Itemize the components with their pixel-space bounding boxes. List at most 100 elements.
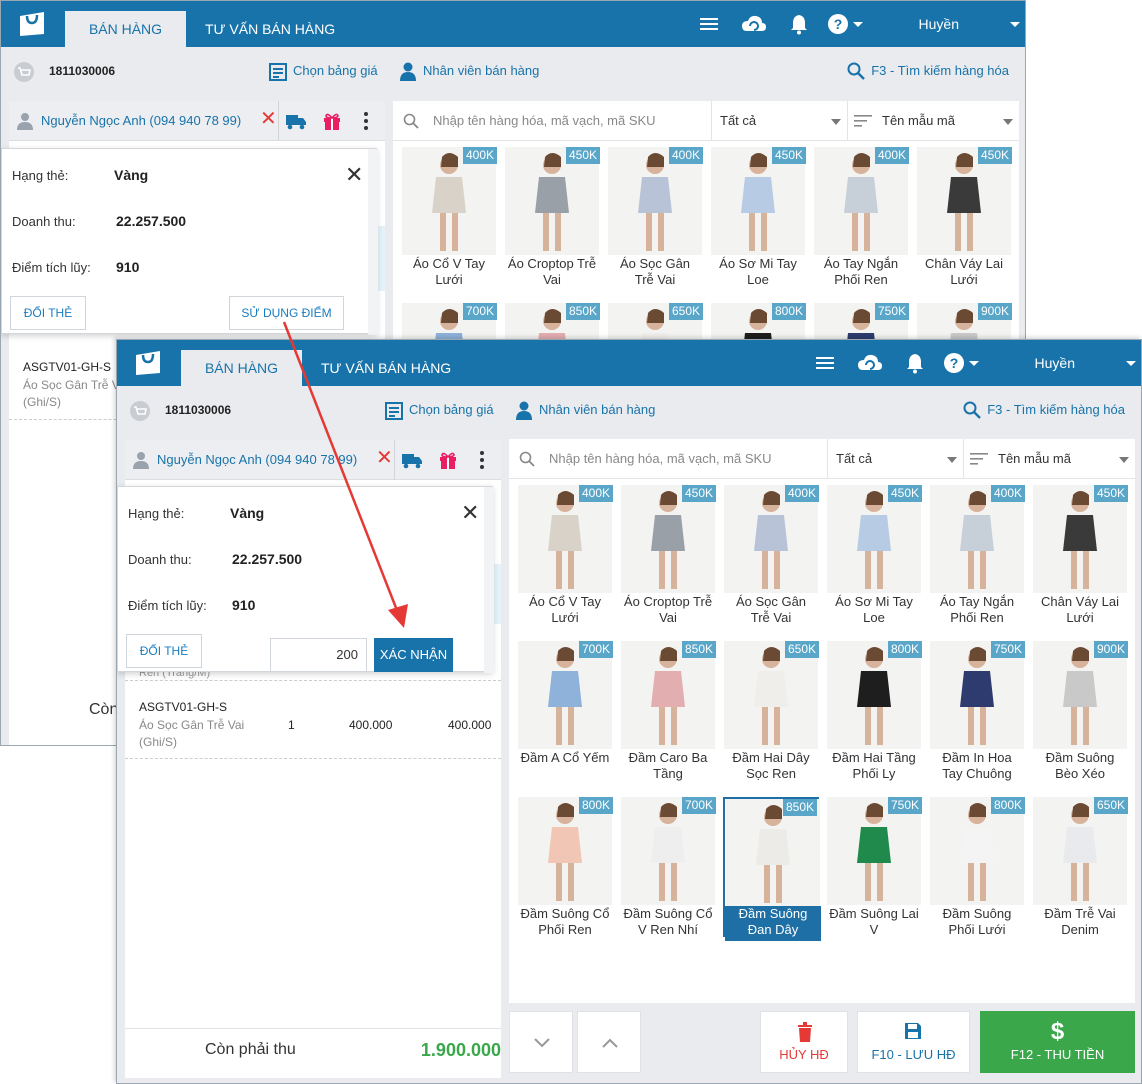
product-search-input[interactable]: Nhập tên hàng hóa, mã vạch, mã SKU	[549, 451, 772, 466]
product-card[interactable]: 800K Đầm Suông Phối Lưới	[929, 797, 1025, 937]
more-options-icon[interactable]	[363, 111, 369, 131]
product-card[interactable]: 700K Đầm A Cổ Yếm	[517, 641, 613, 781]
customer-name[interactable]: Nguyễn Ngọc Anh (094 940 78 99)	[41, 113, 241, 128]
close-icon[interactable]: ✕	[345, 164, 363, 186]
search-products-link[interactable]: F3 - Tìm kiếm hàng hóa	[987, 402, 1125, 417]
cart-item-qty[interactable]: 1	[288, 718, 295, 732]
staff-icon[interactable]	[515, 400, 533, 420]
save-order-button[interactable]: F10 - LƯU HĐ	[857, 1011, 970, 1073]
customer-name[interactable]: Nguyễn Ngọc Anh (094 940 78 99)	[157, 452, 357, 467]
product-card[interactable]: 400K Áo Sọc Gân Trễ Vai	[607, 147, 703, 287]
search-icon[interactable]	[963, 401, 981, 419]
product-name-line1: Đầm Suông	[942, 906, 1012, 921]
scroll-up-button[interactable]	[577, 1011, 641, 1073]
search-icon[interactable]	[847, 62, 865, 80]
price-list-icon[interactable]	[385, 402, 403, 420]
product-name-line1: Áo Tay Ngắn	[939, 594, 1015, 609]
total-row: Còn phải thu 1.900.000	[125, 1028, 501, 1078]
product-card[interactable]: 400K Áo Sọc Gân Trễ Vai	[723, 485, 819, 625]
product-card[interactable]: 650K Đầm Trễ Vai Denim	[1032, 797, 1128, 937]
sort-select[interactable]: Tên mẫu mã	[847, 101, 1019, 141]
gift-icon[interactable]	[322, 111, 342, 131]
cloud-sync-icon[interactable]	[741, 12, 767, 36]
scroll-down-button[interactable]	[509, 1011, 573, 1073]
remove-customer-icon[interactable]: ✕	[376, 448, 393, 468]
use-points-button[interactable]: SỬ DỤNG ĐIỂM	[229, 296, 344, 330]
more-options-icon[interactable]	[479, 450, 485, 470]
product-card[interactable]: 850K Đầm Caro BaTầng	[620, 641, 716, 781]
change-card-button[interactable]: ĐỔI THẺ	[126, 634, 202, 668]
order-number: 1811030006	[165, 403, 232, 417]
cart-item-name-line2: (Ghi/S)	[139, 735, 178, 749]
product-card[interactable]: 750K Đầm In HoaTay Chuông	[929, 641, 1025, 781]
category-select[interactable]: Tất cả	[711, 101, 847, 141]
product-name-line1: Áo Cổ V Tay	[412, 256, 486, 271]
product-card[interactable]: 400K Áo Cổ V Tay Lưới	[517, 485, 613, 625]
price-list-icon[interactable]	[269, 63, 287, 81]
checkout-button[interactable]: $ F12 - THU TIỀN	[980, 1011, 1135, 1073]
cancel-order-label: HỦY HĐ	[779, 1047, 829, 1062]
gift-icon[interactable]	[438, 450, 458, 470]
product-card[interactable]: 400K Áo Tay Ngắn Phối Ren	[929, 485, 1025, 625]
menu-icon[interactable]	[813, 351, 837, 375]
chevron-down-icon	[1003, 119, 1013, 125]
scrollbar[interactable]	[484, 487, 494, 673]
search-icon	[519, 451, 535, 467]
product-card[interactable]: 450K Áo Sơ Mi Tay Loe	[710, 147, 806, 287]
bell-icon[interactable]	[787, 12, 811, 36]
scrollbar[interactable]	[368, 149, 378, 335]
help-caret-icon[interactable]	[853, 22, 863, 27]
product-card[interactable]: 650K Đầm Hai DâySọc Ren	[723, 641, 819, 781]
price-list-link[interactable]: Chọn bảng giá	[409, 402, 494, 417]
product-name-line1: Đầm Suông Cổ	[520, 906, 610, 921]
product-card[interactable]: 450K Áo Sơ Mi Tay Loe	[826, 485, 922, 625]
product-card[interactable]: 400K Áo Cổ V Tay Lưới	[401, 147, 497, 287]
product-price-badge: 800K	[887, 641, 922, 658]
product-card[interactable]: 450K Chân Váy Lai Lưới	[1032, 485, 1128, 625]
sort-select[interactable]: Tên mẫu mã	[963, 439, 1135, 479]
sales-staff-link[interactable]: Nhân viên bán hàng	[423, 63, 539, 78]
search-products-link[interactable]: F3 - Tìm kiếm hàng hóa	[871, 63, 1009, 78]
product-name-line2: Trễ Vai	[634, 272, 676, 287]
user-name[interactable]: Huyền	[919, 1, 959, 47]
product-card[interactable]: 800K Đầm Suông Cổ Phối Ren	[517, 797, 613, 937]
tab-sales-consulting[interactable]: TƯ VẤN BÁN HÀNG	[321, 350, 451, 386]
menu-icon[interactable]	[697, 12, 721, 36]
product-card[interactable]: 900K Đầm SuôngBèo Xéo	[1032, 641, 1128, 781]
points-input[interactable]: 200	[270, 638, 367, 672]
tab-sales[interactable]: BÁN HÀNG	[65, 11, 186, 47]
product-card[interactable]: 800K Đầm Hai TầngPhối Ly	[826, 641, 922, 781]
cancel-order-button[interactable]: HỦY HĐ	[760, 1011, 848, 1073]
product-name-line2: Vai	[659, 610, 677, 625]
help-icon[interactable]: ?	[942, 351, 966, 375]
remove-customer-icon[interactable]: ✕	[260, 109, 277, 129]
close-icon[interactable]: ✕	[461, 502, 479, 524]
confirm-button[interactable]: XÁC NHẬN	[374, 638, 453, 672]
help-caret-icon[interactable]	[969, 361, 979, 366]
help-icon[interactable]: ?	[826, 12, 850, 36]
sales-staff-link[interactable]: Nhân viên bán hàng	[539, 402, 655, 417]
product-card[interactable]: 450K Chân Váy Lai Lưới	[916, 147, 1012, 287]
cloud-sync-icon[interactable]	[857, 351, 883, 375]
product-card[interactable]: 450K Áo Croptop Trễ Vai	[620, 485, 716, 625]
category-select[interactable]: Tất cả	[827, 439, 963, 479]
product-search-input[interactable]: Nhập tên hàng hóa, mã vạch, mã SKU	[433, 113, 656, 128]
user-caret-icon[interactable]	[1010, 22, 1020, 27]
price-list-link[interactable]: Chọn bảng giá	[293, 63, 378, 78]
change-card-button[interactable]: ĐỔI THẺ	[10, 296, 86, 330]
product-price-badge: 450K	[977, 147, 1012, 164]
product-card[interactable]: 700K Đầm Suông Cổ V Ren Nhí	[620, 797, 716, 937]
tab-sales[interactable]: BÁN HÀNG	[181, 350, 302, 386]
staff-icon[interactable]	[399, 61, 417, 81]
product-card[interactable]: 750K Đầm Suông Lai V	[826, 797, 922, 937]
product-card[interactable]: 850K Đầm Suông Đan Dây	[723, 797, 821, 941]
user-caret-icon[interactable]	[1126, 361, 1136, 366]
bell-icon[interactable]	[903, 351, 927, 375]
delivery-truck-icon[interactable]	[401, 451, 423, 469]
delivery-truck-icon[interactable]	[285, 112, 307, 130]
product-card[interactable]: 400K Áo Tay Ngắn Phối Ren	[813, 147, 909, 287]
user-name[interactable]: Huyền	[1035, 340, 1075, 386]
tab-sales-consulting[interactable]: TƯ VẤN BÁN HÀNG	[205, 11, 335, 47]
product-card[interactable]: 450K Áo Croptop Trễ Vai	[504, 147, 600, 287]
product-name: Áo Tay Ngắn Phối Ren	[813, 256, 909, 288]
